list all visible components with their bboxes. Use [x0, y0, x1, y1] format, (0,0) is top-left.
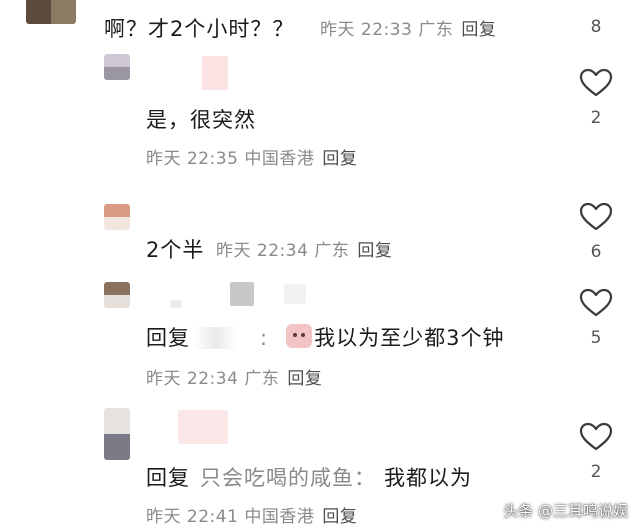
comment-meta: 昨天 22:34 广东 回复 [216, 236, 392, 261]
heart-outline-icon [579, 288, 613, 317]
reply-prefix: 回复 [146, 326, 190, 350]
comment-text: 是，很突然 [146, 108, 256, 132]
comment-location: 广东 [314, 241, 350, 261]
comment-text: 2个半 [146, 238, 205, 262]
heart-outline-icon [579, 422, 613, 451]
avatar[interactable] [104, 54, 130, 80]
comment-location: 中国香港 [244, 149, 315, 169]
avatar[interactable] [104, 204, 130, 230]
comment-location: 广东 [244, 369, 280, 389]
like-count: 6 [590, 242, 602, 262]
comment-thread: 啊？才2个小时？？ 昨天 22:33 广东 回复 8 是，很突然 昨天 22:35 中… [0, 0, 640, 529]
redacted-username [170, 300, 182, 308]
comment-text-row: 回复: 我以为至少都3个钟 [146, 322, 504, 352]
comment-time: 昨天 22:34 [216, 241, 309, 261]
avatar[interactable] [104, 282, 130, 308]
comment-meta: 昨天 22:34 广东 回复 [146, 364, 322, 389]
heart-outline-icon [579, 68, 613, 97]
comment-text-row: 回复 只会吃喝的咸鱼： 我都以为 [146, 462, 472, 492]
heart-outline-icon [579, 202, 613, 231]
redacted-reply-target [194, 327, 256, 349]
like-button[interactable] [579, 422, 613, 452]
reply-button[interactable]: 回复 [461, 20, 496, 40]
like-count: 8 [590, 17, 602, 37]
reply-button[interactable]: 回复 [322, 149, 357, 169]
comment-time: 昨天 22:35 [146, 149, 239, 169]
comment-meta: 昨天 22:41 中国香港 回复 [146, 502, 357, 527]
reply-colon: : [260, 326, 269, 350]
like-button[interactable] [579, 202, 613, 232]
reply-target[interactable]: 只会吃喝的咸鱼： [200, 466, 376, 490]
comment-meta: 昨天 22:33 广东 回复 [320, 15, 496, 40]
comment-text: 我都以为 [384, 466, 472, 490]
reply-button[interactable]: 回复 [287, 369, 322, 389]
comment-location: 广东 [418, 20, 454, 40]
avatar[interactable] [104, 408, 130, 460]
redacted-username [202, 56, 228, 90]
redacted-username [230, 282, 254, 306]
like-count: 2 [590, 462, 602, 482]
comment-text: 啊？才2个小时？？ [104, 17, 295, 41]
redacted-username [284, 284, 306, 304]
like-button[interactable] [579, 68, 613, 98]
like-count: 5 [590, 328, 602, 348]
reply-button[interactable]: 回复 [357, 241, 392, 261]
emoji-sticker-icon [286, 324, 313, 348]
comment-time: 昨天 22:41 [146, 507, 239, 527]
comment-location: 中国香港 [244, 507, 315, 527]
reply-button[interactable]: 回复 [322, 507, 357, 527]
comment-time: 昨天 22:34 [146, 369, 239, 389]
comment-time: 昨天 22:33 [320, 20, 413, 40]
watermark: 头条 @三耳鸣说娱 [503, 502, 628, 520]
redacted-username [178, 410, 228, 444]
avatar[interactable] [26, 0, 76, 24]
comment-meta: 昨天 22:35 中国香港 回复 [146, 144, 357, 169]
like-button[interactable] [579, 288, 613, 318]
reply-prefix: 回复 [146, 466, 190, 490]
like-count: 2 [590, 108, 602, 128]
comment-text: 我以为至少都3个钟 [314, 326, 505, 350]
